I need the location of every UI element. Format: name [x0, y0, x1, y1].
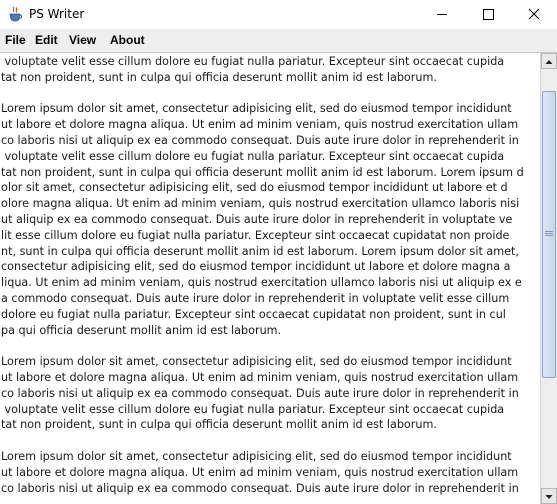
text-line: ut labore et dolore magna aliqua. Ut eni…	[1, 118, 519, 132]
scroll-up-button[interactable]	[541, 53, 557, 69]
menu-about[interactable]: About	[110, 33, 145, 48]
text-line: Lorem ipsum dolor sit amet, consectetur …	[1, 355, 512, 369]
text-line	[1, 338, 540, 354]
editor-pane: voluptate velit esse cillum dolore eu fu…	[0, 52, 557, 504]
text-line: tat non proident, sunt in culpa qui offi…	[1, 418, 437, 432]
window-title: PS Writer	[29, 7, 85, 21]
minimize-button[interactable]	[419, 0, 465, 29]
text-line: voluptate velit esse cillum dolore eu fu…	[1, 402, 505, 416]
ps-writer-window: PS Writer File Edit View About voluptate…	[0, 0, 557, 504]
arrow-up-icon	[545, 60, 553, 64]
menu-edit[interactable]: Edit	[35, 33, 58, 48]
text-line: co laboris nisi ut aliquip ex ea commodo…	[1, 386, 519, 400]
vertical-scrollbar[interactable]	[540, 53, 557, 504]
title-bar[interactable]: PS Writer	[0, 0, 557, 29]
arrow-down-icon	[545, 495, 553, 499]
text-line: ut aliquip ex ea commodo consequat. Duis…	[1, 212, 513, 226]
thumb-grip-line	[545, 235, 553, 236]
scroll-thumb[interactable]	[542, 91, 556, 378]
text-line: ut labore et dolore magna aliqua. Ut eni…	[1, 370, 519, 384]
text-line: lit esse cillum dolore eu fugiat nulla p…	[1, 228, 510, 242]
maximize-icon	[483, 9, 494, 20]
minimize-icon	[437, 14, 447, 15]
text-line	[1, 433, 540, 449]
java-cup-icon	[7, 6, 23, 22]
text-line: tat non proident, sunt in culpa qui offi…	[1, 70, 437, 84]
text-line: Lorem ipsum dolor sit amet, consectetur …	[1, 449, 512, 463]
maximize-button[interactable]	[465, 0, 511, 29]
text-line: co laboris nisi ut aliquip ex ea commodo…	[1, 133, 519, 147]
text-line: nt, sunt in culpa qui officia deserunt m…	[1, 244, 519, 258]
menu-file[interactable]: File	[5, 33, 26, 48]
text-line: consectetur adipisicing elit, sed do eiu…	[1, 260, 511, 274]
text-line	[1, 86, 540, 102]
scroll-down-button[interactable]	[541, 488, 557, 504]
text-line: liqua. Ut enim ad minim veniam, quis nos…	[1, 276, 522, 290]
thumb-grip-line	[545, 233, 553, 234]
text-line: voluptate velit esse cillum dolore eu fu…	[1, 55, 505, 68]
text-line: olor sit amet, consectetur adipisicing e…	[1, 181, 508, 195]
text-line: olore magna aliqua. Ut enim ad minim ven…	[1, 197, 520, 211]
text-line: pa qui officia deserunt mollit anim id e…	[1, 323, 282, 337]
text-line: Lorem ipsum dolor sit amet, consectetur …	[1, 102, 512, 116]
menu-view[interactable]: View	[69, 33, 96, 48]
text-line: ut labore et dolore magna aliqua. Ut eni…	[1, 465, 519, 479]
menu-bar: File Edit View About	[0, 29, 557, 52]
document-text-area[interactable]: voluptate velit esse cillum dolore eu fu…	[0, 54, 540, 504]
text-line: dolore eu fugiat nulla pariatur. Excepte…	[1, 307, 506, 321]
text-line: co laboris nisi ut aliquip ex ea commodo…	[1, 481, 519, 495]
close-button[interactable]	[511, 0, 557, 29]
text-line: a commodo consequat. Duis aute irure dol…	[1, 291, 510, 305]
text-line: tat non proident, sunt in culpa qui offi…	[1, 165, 524, 179]
text-line: voluptate velit esse cillum dolore eu fu…	[1, 149, 505, 163]
close-icon	[528, 8, 540, 20]
thumb-grip-line	[545, 231, 553, 232]
